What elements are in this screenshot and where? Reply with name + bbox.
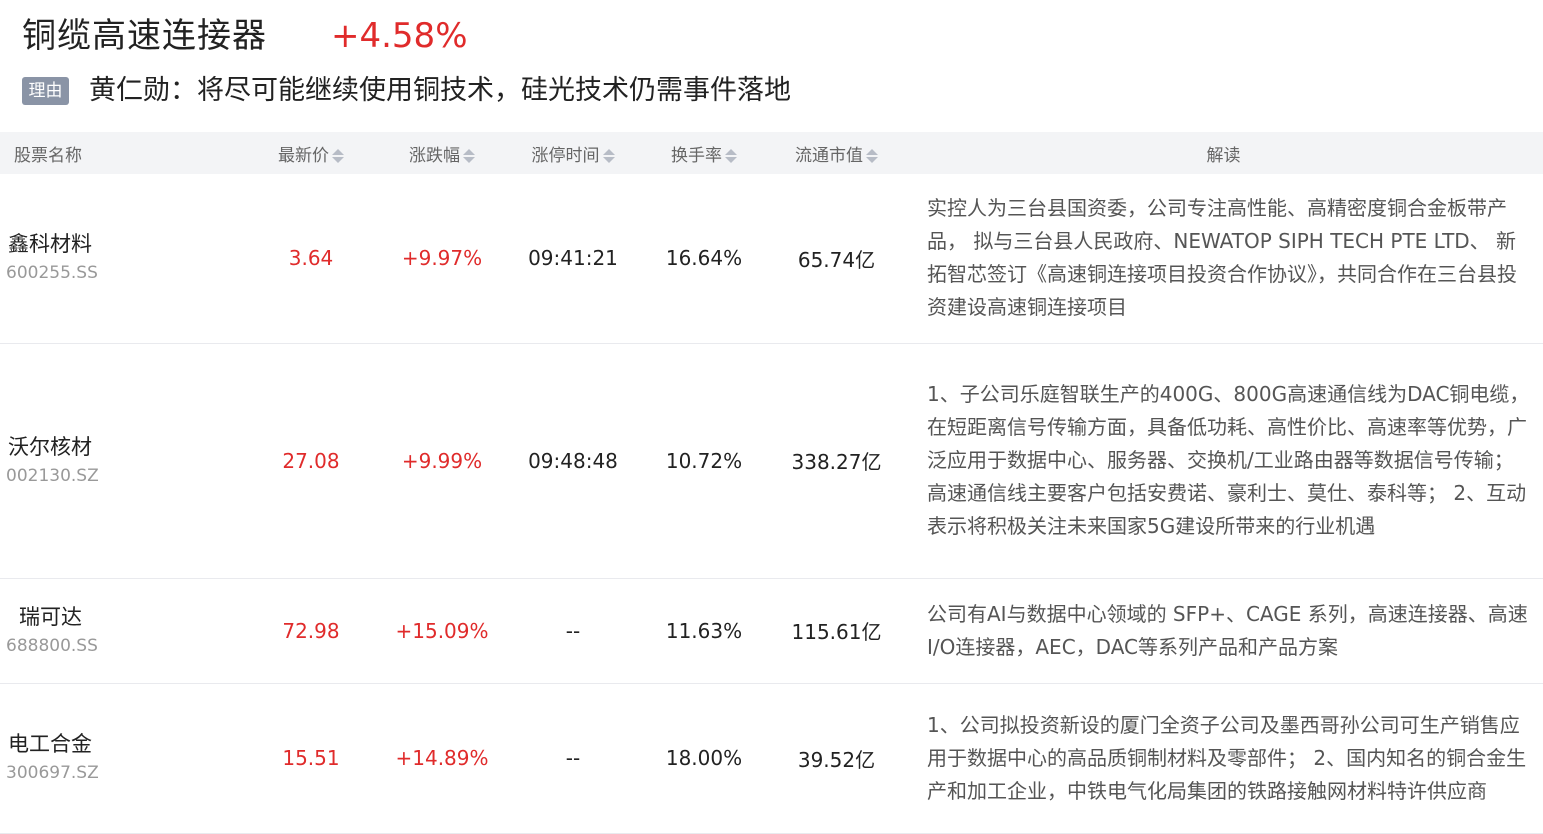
table-header-row: 股票名称 最新价 涨跌幅 涨停时间 换手率 流通市值 解读 bbox=[0, 132, 1543, 174]
stock-name[interactable]: 鑫科材料 bbox=[8, 229, 245, 259]
interpretation-cell: 公司有AI与数据中心领域的 SFP+、CAGE 系列，高速连接器、高速I/O连接… bbox=[927, 601, 1528, 659]
stock-name-cell[interactable]: 沃尔核材 002130.SZ bbox=[0, 343, 245, 578]
sort-icon[interactable] bbox=[602, 148, 615, 163]
limit-time-cell: 09:41:21 bbox=[528, 246, 618, 271]
sort-icon[interactable] bbox=[332, 148, 344, 163]
interpretation-cell: 实控人为三台县国资委，公司专注高性能、高精密度铜合金板带产品， 拟与三台县人民政… bbox=[927, 196, 1517, 320]
limit-time-cell: 09:48:48 bbox=[528, 448, 618, 473]
stock-code: 002130.SZ bbox=[6, 465, 99, 486]
change-cell: +9.99% bbox=[401, 448, 483, 473]
interpretation-cell: 1、公司拟投资新设的厦门全资子公司及墨西哥孙公司可生产销售应用于数据中心的高品质… bbox=[927, 712, 1527, 803]
stock-code: 600255.SS bbox=[6, 263, 98, 284]
change-cell: +9.97% bbox=[401, 246, 483, 271]
col-header-price[interactable]: 最新价 bbox=[245, 132, 377, 174]
price-cell: 15.51 bbox=[282, 746, 340, 770]
stock-code: 300697.SZ bbox=[6, 763, 99, 783]
stock-name[interactable]: 电工合金 bbox=[8, 729, 245, 759]
price-cell: 27.08 bbox=[282, 448, 340, 473]
stock-name-cell[interactable]: 瑞可达 688800.SS bbox=[0, 578, 245, 683]
sort-icon[interactable] bbox=[866, 148, 878, 163]
stock-name-cell[interactable]: 电工合金 300697.SZ bbox=[0, 683, 245, 833]
market-cap-cell: 338.27亿 bbox=[791, 450, 882, 474]
turnover-cell: 16.64% bbox=[665, 246, 743, 271]
table-row[interactable]: 沃尔核材 002130.SZ 27.08 +9.99% 09:48:48 10.… bbox=[0, 343, 1543, 578]
sort-icon[interactable] bbox=[463, 148, 475, 163]
turnover-cell: 18.00% bbox=[665, 746, 743, 770]
change-cell: +14.89% bbox=[395, 746, 489, 770]
table-row[interactable]: 瑞可达 688800.SS 72.98 +15.09% -- 11.63% 11… bbox=[0, 578, 1543, 683]
stock-name[interactable]: 瑞可达 bbox=[8, 602, 245, 632]
change-cell: +15.09% bbox=[395, 618, 489, 643]
page-header: 铜缆高速连接器 +4.58% 理由 黄仁勋：将尽可能继续使用铜技术，硅光技术仍需… bbox=[0, 0, 1543, 132]
col-header-market-cap[interactable]: 流通市值 bbox=[769, 132, 904, 174]
sector-change: +4.58% bbox=[331, 16, 468, 56]
limit-time-cell: -- bbox=[565, 746, 581, 770]
sort-icon[interactable] bbox=[725, 148, 737, 163]
market-cap-cell: 115.61亿 bbox=[791, 620, 882, 644]
market-cap-cell: 39.52亿 bbox=[797, 747, 876, 772]
reason-tag: 理由 bbox=[22, 77, 69, 105]
interpretation-cell: 1、子公司乐庭智联生产的400G、800G高速通信线为DAC铜电缆，在短距离信号… bbox=[927, 382, 1530, 538]
turnover-cell: 11.63% bbox=[665, 618, 743, 643]
reason-text: 黄仁勋：将尽可能继续使用铜技术，硅光技术仍需事件落地 bbox=[89, 75, 791, 106]
col-header-name: 股票名称 bbox=[14, 145, 82, 166]
stock-code: 688800.SS bbox=[6, 635, 98, 656]
col-header-change[interactable]: 涨跌幅 bbox=[377, 132, 507, 174]
stock-table: 股票名称 最新价 涨跌幅 涨停时间 换手率 流通市值 解读 鑫科材料 60025… bbox=[0, 132, 1543, 834]
page-title: 铜缆高速连接器 bbox=[22, 16, 267, 56]
limit-time-cell: -- bbox=[565, 618, 581, 643]
price-cell: 3.64 bbox=[288, 246, 334, 271]
col-header-limit-time[interactable]: 涨停时间 bbox=[507, 132, 639, 174]
table-row[interactable]: 鑫科材料 600255.SS 3.64 +9.97% 09:41:21 16.6… bbox=[0, 174, 1543, 343]
stock-name[interactable]: 沃尔核材 bbox=[8, 432, 245, 462]
col-header-interpretation: 解读 bbox=[1206, 145, 1241, 166]
col-header-turnover[interactable]: 换手率 bbox=[639, 132, 769, 174]
price-cell: 72.98 bbox=[282, 618, 340, 643]
stock-name-cell[interactable]: 鑫科材料 600255.SS bbox=[0, 174, 245, 343]
table-row[interactable]: 电工合金 300697.SZ 15.51 +14.89% -- 18.00% 3… bbox=[0, 683, 1543, 833]
market-cap-cell: 65.74亿 bbox=[797, 247, 876, 272]
turnover-cell: 10.72% bbox=[665, 448, 743, 473]
